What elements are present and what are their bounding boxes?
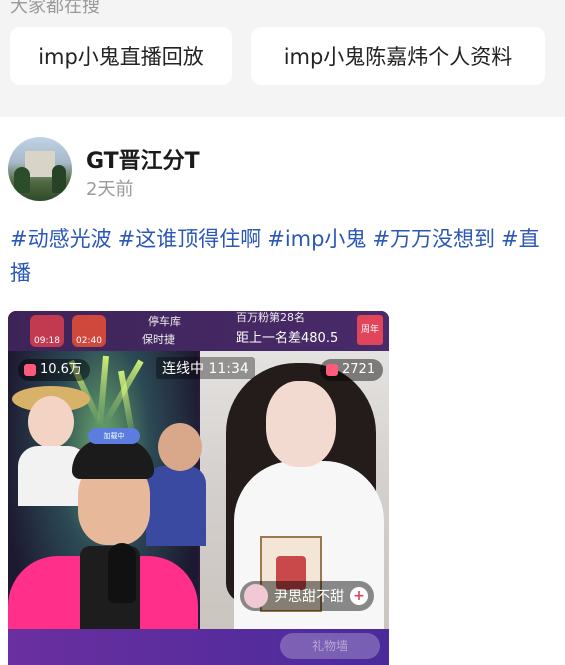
suggestion-chip[interactable]: imp小鬼直播回放 — [10, 27, 232, 85]
viewer-count-left: 10.6万 — [18, 359, 90, 381]
rank-label: 百万粉第28名 — [236, 311, 305, 324]
avatar-tree — [52, 165, 66, 193]
guest-name-tag[interactable]: 尹思甜不甜 + — [240, 581, 374, 611]
left-guest-face — [28, 396, 74, 448]
microphone — [108, 543, 136, 603]
hashtag-link[interactable]: #万万没想到 — [372, 227, 495, 251]
avatar-tree — [14, 167, 30, 193]
search-suggestions: 大家都在搜 imp小鬼直播回放 imp小鬼陈嘉炜个人资料 — [0, 0, 565, 117]
streamer-face — [266, 381, 336, 467]
suggestions-title: 大家都在搜 — [10, 0, 100, 17]
post-time: 2天前 — [86, 179, 134, 200]
host-hair — [72, 439, 154, 479]
author-avatar[interactable] — [8, 137, 72, 201]
caption-continued[interactable]: 播 — [10, 256, 31, 290]
hashtag-link[interactable]: #直 — [501, 227, 540, 251]
suggestion-chip[interactable]: imp小鬼陈嘉炜个人资料 — [251, 27, 545, 85]
anniversary-badge: 周年庆 — [357, 315, 383, 365]
post-caption: #动感光波 #这谁顶得住啊 #imp小鬼 #万万没想到 #直 — [10, 222, 565, 256]
gift-wall-tag: 礼物墙 — [280, 633, 380, 659]
background-person-face — [158, 423, 202, 471]
gift-icon: 02:40 — [72, 315, 106, 347]
hashtag-link[interactable]: #动感光波 — [10, 227, 112, 251]
connection-status: 连线中 11:34 — [156, 357, 255, 379]
gift-icon: 09:18 — [30, 315, 64, 347]
gap-label: 距上一名差480.5 — [236, 331, 339, 346]
hashtag-link[interactable]: #这谁顶得住啊 — [118, 227, 262, 251]
car-label: 保时捷 — [142, 333, 175, 346]
hashtag-link[interactable]: #imp小鬼 — [267, 227, 366, 251]
live-topbar: 09:18 02:40 停车库 保时捷 百万粉第28名 距上一名差480.5 周… — [8, 311, 389, 365]
viewer-count-right: 2721 — [320, 359, 384, 381]
host-hairband: 加载中 — [88, 428, 140, 444]
guest-avatar — [244, 584, 268, 608]
background-person-body — [146, 466, 206, 546]
author-name[interactable]: GT晋江分T — [86, 143, 200, 175]
guest-name: 尹思甜不甜 — [274, 589, 344, 605]
garage-label: 停车库 — [148, 315, 181, 328]
video-thumbnail[interactable]: 09:18 02:40 停车库 保时捷 百万粉第28名 距上一名差480.5 周… — [8, 311, 389, 665]
follow-plus-icon[interactable]: + — [350, 587, 368, 605]
